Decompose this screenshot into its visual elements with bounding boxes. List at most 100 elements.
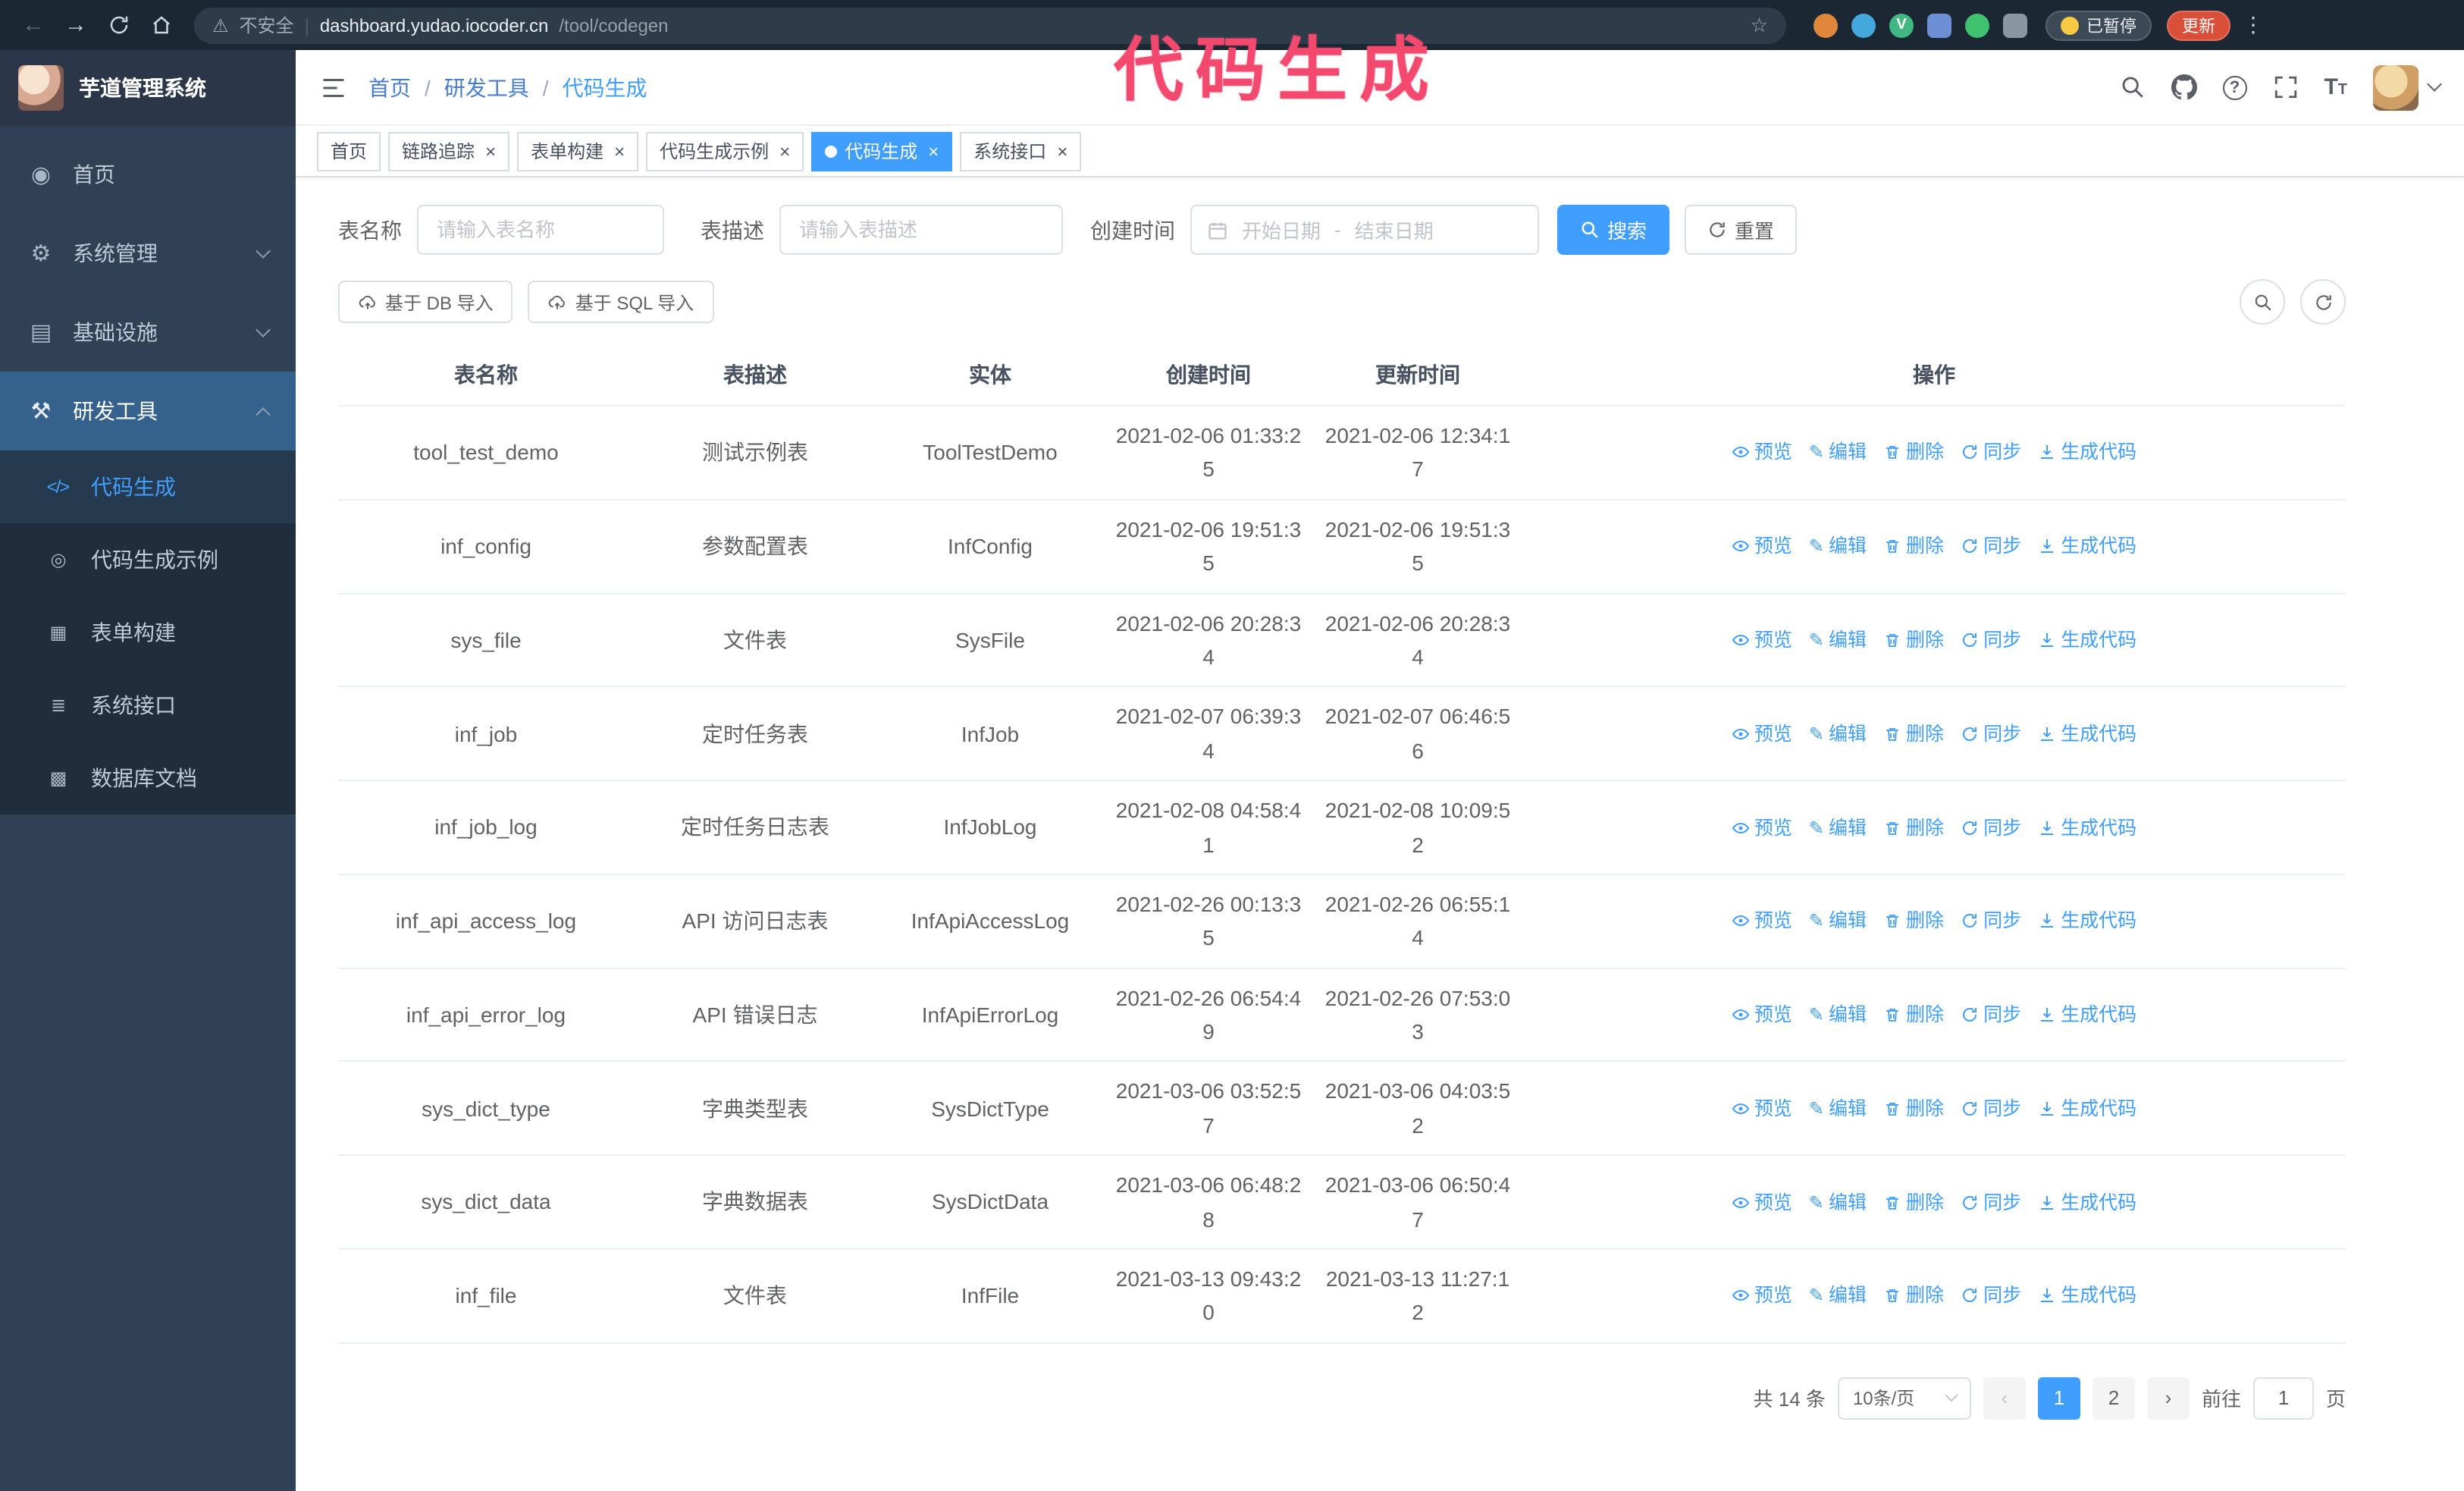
tab-home[interactable]: 首页 xyxy=(317,131,381,171)
edit-link[interactable]: ✎ 编辑 xyxy=(1809,438,1867,468)
delete-link[interactable]: 删除 xyxy=(1883,1187,1944,1217)
bookmark-star-icon[interactable]: ☆ xyxy=(1751,13,1768,37)
docs-button[interactable]: ? xyxy=(2222,75,2247,99)
preview-link[interactable]: 预览 xyxy=(1732,1187,1792,1217)
sync-link[interactable]: 同步 xyxy=(1961,1000,2021,1030)
tab-trace[interactable]: 链路追踪 × xyxy=(388,131,510,171)
github-button[interactable] xyxy=(2171,74,2197,100)
user-menu[interactable] xyxy=(2373,64,2442,110)
sync-link[interactable]: 同步 xyxy=(1961,531,2021,561)
delete-link[interactable]: 删除 xyxy=(1883,906,1944,937)
generate-code-link[interactable]: 生成代码 xyxy=(2038,1187,2136,1217)
close-icon[interactable]: × xyxy=(928,142,939,160)
generate-code-link[interactable]: 生成代码 xyxy=(2038,531,2136,561)
preview-link[interactable]: 预览 xyxy=(1732,531,1792,561)
preview-link[interactable]: 预览 xyxy=(1732,906,1792,937)
preview-link[interactable]: 预览 xyxy=(1732,1000,1792,1030)
tab-api[interactable]: 系统接口 × xyxy=(960,131,1082,171)
browser-forward-button[interactable]: → xyxy=(58,7,94,43)
address-bar[interactable]: ⚠ 不安全 | dashboard.yudao.iocoder.cn/tool/… xyxy=(194,7,1786,43)
browser-back-button[interactable]: ← xyxy=(15,7,52,43)
logo[interactable]: 芋道管理系统 xyxy=(0,50,296,126)
sync-link[interactable]: 同步 xyxy=(1961,718,2021,749)
next-page-button[interactable]: › xyxy=(2146,1376,2190,1420)
delete-link[interactable]: 删除 xyxy=(1883,625,1944,655)
search-submit-button[interactable]: 搜索 xyxy=(1557,205,1670,255)
browser-reload-button[interactable] xyxy=(100,7,136,43)
table-desc-input[interactable] xyxy=(779,205,1063,255)
preview-link[interactable]: 预览 xyxy=(1732,438,1792,468)
preview-link[interactable]: 预览 xyxy=(1732,718,1792,749)
fullscreen-button[interactable] xyxy=(2272,74,2298,100)
close-icon[interactable]: × xyxy=(1057,142,1067,160)
delete-link[interactable]: 删除 xyxy=(1883,1281,1944,1311)
tab-form-builder[interactable]: 表单构建 × xyxy=(517,131,639,171)
page-button-2[interactable]: 2 xyxy=(2092,1376,2135,1420)
sync-link[interactable]: 同步 xyxy=(1961,1281,2021,1311)
browser-home-button[interactable] xyxy=(143,7,179,43)
sync-link[interactable]: 同步 xyxy=(1961,906,2021,937)
tab-codegen[interactable]: 代码生成 × xyxy=(811,131,953,171)
paused-badge[interactable]: 已暂停 xyxy=(2045,10,2152,40)
preview-link[interactable]: 预览 xyxy=(1732,625,1792,655)
sidebar-item-system[interactable]: ⚙ 系统管理 xyxy=(0,214,296,293)
edit-link[interactable]: ✎ 编辑 xyxy=(1809,906,1867,937)
generate-code-link[interactable]: 生成代码 xyxy=(2038,1281,2136,1311)
edit-link[interactable]: ✎ 编辑 xyxy=(1809,1094,1867,1124)
extension-icon[interactable] xyxy=(1814,13,1838,37)
sidebar-item-home[interactable]: ◉ 首页 xyxy=(0,135,296,214)
refresh-table-button[interactable] xyxy=(2300,279,2346,325)
extension-icon[interactable] xyxy=(1927,13,1951,37)
date-range-picker[interactable]: 开始日期 - 结束日期 xyxy=(1190,205,1539,255)
edit-link[interactable]: ✎ 编辑 xyxy=(1809,625,1867,655)
search-button[interactable] xyxy=(2119,74,2145,100)
extension-icon[interactable] xyxy=(1851,13,1876,37)
import-db-button[interactable]: 基于 DB 导入 xyxy=(338,281,513,323)
goto-page-input[interactable] xyxy=(2252,1376,2314,1420)
sidebar-item-api[interactable]: ≣ 系统接口 xyxy=(0,669,296,742)
close-icon[interactable]: × xyxy=(614,142,625,160)
generate-code-link[interactable]: 生成代码 xyxy=(2038,1000,2136,1030)
edit-link[interactable]: ✎ 编辑 xyxy=(1809,531,1867,561)
sync-link[interactable]: 同步 xyxy=(1961,438,2021,468)
preview-link[interactable]: 预览 xyxy=(1732,1094,1792,1124)
reset-button[interactable]: 重置 xyxy=(1685,205,1798,255)
hamburger-button[interactable] xyxy=(320,74,347,101)
update-button[interactable]: 更新 xyxy=(2167,10,2230,40)
sync-link[interactable]: 同步 xyxy=(1961,1187,2021,1217)
vue-devtools-icon[interactable]: V xyxy=(1889,13,1914,37)
delete-link[interactable]: 删除 xyxy=(1883,531,1944,561)
sidebar-item-db-doc[interactable]: ▩ 数据库文档 xyxy=(0,742,296,815)
table-name-input[interactable] xyxy=(417,205,664,255)
extension-icon[interactable] xyxy=(1965,13,1989,37)
sidebar-item-codegen[interactable]: </> 代码生成 xyxy=(0,450,296,523)
delete-link[interactable]: 删除 xyxy=(1883,718,1944,749)
edit-link[interactable]: ✎ 编辑 xyxy=(1809,812,1867,843)
import-sql-button[interactable]: 基于 SQL 导入 xyxy=(528,281,714,323)
edit-link[interactable]: ✎ 编辑 xyxy=(1809,1281,1867,1311)
generate-code-link[interactable]: 生成代码 xyxy=(2038,438,2136,468)
extension-icon[interactable] xyxy=(2003,13,2027,37)
tab-codegen-example[interactable]: 代码生成示例 × xyxy=(646,131,804,171)
font-size-button[interactable]: TT xyxy=(2324,76,2347,99)
prev-page-button[interactable]: ‹ xyxy=(1983,1376,2026,1420)
preview-link[interactable]: 预览 xyxy=(1732,812,1792,843)
page-size-select[interactable]: 10条/页 xyxy=(1837,1376,1971,1420)
generate-code-link[interactable]: 生成代码 xyxy=(2038,1094,2136,1124)
breadcrumb-item[interactable]: 研发工具 xyxy=(444,72,529,102)
page-button-1[interactable]: 1 xyxy=(2037,1376,2080,1420)
edit-link[interactable]: ✎ 编辑 xyxy=(1809,1187,1867,1217)
delete-link[interactable]: 删除 xyxy=(1883,812,1944,843)
generate-code-link[interactable]: 生成代码 xyxy=(2038,812,2136,843)
close-icon[interactable]: × xyxy=(779,142,790,160)
delete-link[interactable]: 删除 xyxy=(1883,438,1944,468)
delete-link[interactable]: 删除 xyxy=(1883,1094,1944,1124)
sidebar-item-codegen-example[interactable]: ◎ 代码生成示例 xyxy=(0,523,296,596)
generate-code-link[interactable]: 生成代码 xyxy=(2038,625,2136,655)
sync-link[interactable]: 同步 xyxy=(1961,812,2021,843)
sync-link[interactable]: 同步 xyxy=(1961,625,2021,655)
breadcrumb-item[interactable]: 首页 xyxy=(368,72,411,102)
sidebar-item-form-builder[interactable]: ▦ 表单构建 xyxy=(0,596,296,669)
close-icon[interactable]: × xyxy=(485,142,496,160)
browser-menu-icon[interactable]: ⋮ xyxy=(2243,12,2264,38)
